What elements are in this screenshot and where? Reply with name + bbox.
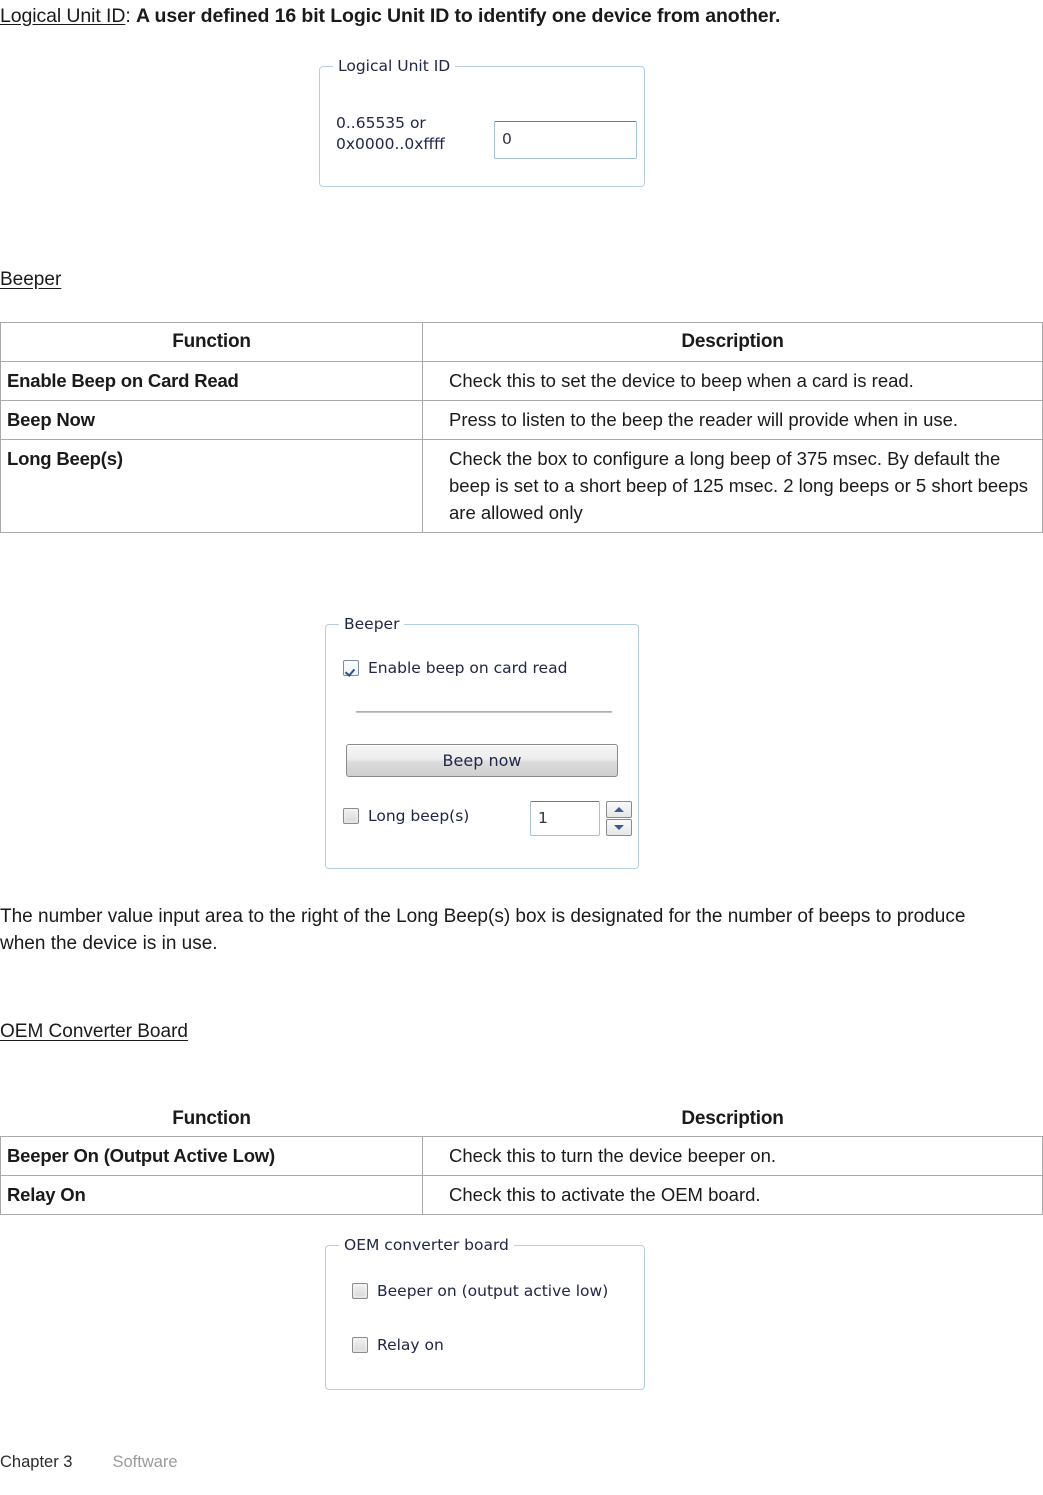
document-page: Logical Unit ID: A user defined 16 bit L… xyxy=(0,0,1043,1495)
table-header-row: Function Description xyxy=(0,322,1043,362)
logical-unit-id-input[interactable]: 0 xyxy=(494,121,637,159)
range-line-1: 0..65535 or xyxy=(336,114,426,132)
column-header-function: Function xyxy=(0,322,423,362)
stepper-up-button[interactable] xyxy=(606,801,632,818)
beep-count-input[interactable]: 1 xyxy=(530,801,600,836)
enable-beep-on-card-read-checkbox-row[interactable]: Enable beep on card read xyxy=(343,659,567,677)
cell-function: Enable Beep on Card Read xyxy=(0,361,423,401)
logical-unit-id-range-label: 0..65535 or 0x0000..0xffff xyxy=(336,113,445,155)
page-footer: Chapter 3 Software xyxy=(0,1453,178,1472)
range-line-2: 0x0000..0xffff xyxy=(336,135,445,153)
intro-definition-line: Logical Unit ID: A user defined 16 bit L… xyxy=(0,3,780,29)
section-heading-beeper: Beeper xyxy=(0,269,62,290)
table-row: Enable Beep on Card Read Check this to s… xyxy=(0,361,1043,401)
paragraph-beep-number-note: The number value input area to the right… xyxy=(0,906,966,954)
cell-function: Beeper On (Output Active Low) xyxy=(0,1136,423,1176)
cell-description: Check this to activate the OEM board. xyxy=(422,1175,1043,1215)
oem-function-table: Function Description Beeper On (Output A… xyxy=(0,1100,1043,1215)
column-header-function: Function xyxy=(172,1108,251,1129)
cell-description: Check this to turn the device beeper on. xyxy=(422,1136,1043,1176)
section-heading-oem-converter-board: OEM Converter Board xyxy=(0,1021,188,1042)
table-header-row: Function Description xyxy=(1,1100,1043,1137)
beeper-groupbox-legend: Beeper xyxy=(339,614,405,634)
beeper-function-table: Function Description Enable Beep on Card… xyxy=(0,322,1043,533)
oem-converter-board-legend: OEM converter board xyxy=(339,1235,514,1255)
table-row: Relay On Check this to activate the OEM … xyxy=(0,1175,1043,1215)
column-header-description: Description xyxy=(422,322,1043,362)
triangle-down-icon xyxy=(614,825,624,830)
cell-description: Check the box to configure a long beep o… xyxy=(422,439,1043,533)
relay-on-label: Relay on xyxy=(377,1336,444,1354)
intro-term: Logical Unit ID xyxy=(0,5,126,27)
footer-chapter: Chapter 3 xyxy=(0,1453,73,1471)
beep-count-stepper[interactable] xyxy=(606,801,632,836)
cell-function: Relay On xyxy=(0,1175,423,1215)
empty-checkbox-icon[interactable] xyxy=(352,1337,368,1353)
beeper-on-checkbox-row[interactable]: Beeper on (output active low) xyxy=(352,1282,608,1300)
separator-divider xyxy=(356,711,612,713)
long-beeps-label: Long beep(s) xyxy=(368,807,470,825)
cell-function: Long Beep(s) xyxy=(0,439,423,533)
cell-description: Press to listen to the beep the reader w… xyxy=(422,400,1043,440)
logical-unit-id-groupbox: Logical Unit ID 0..65535 or 0x0000..0xff… xyxy=(319,56,645,187)
oem-converter-board-groupbox: OEM converter board Beeper on (output ac… xyxy=(325,1235,645,1390)
cell-description: Check this to set the device to beep whe… xyxy=(422,361,1043,401)
triangle-up-icon xyxy=(614,807,624,812)
empty-checkbox-icon[interactable] xyxy=(352,1283,368,1299)
beeper-groupbox: Beeper Enable beep on card read Beep now… xyxy=(325,614,639,869)
column-header-description: Description xyxy=(681,1108,784,1129)
table-row: Beep Now Press to listen to the beep the… xyxy=(0,400,1043,440)
footer-section: Software xyxy=(112,1453,178,1471)
stepper-down-button[interactable] xyxy=(606,819,632,836)
enable-beep-on-card-read-label: Enable beep on card read xyxy=(368,659,568,677)
beep-now-button[interactable]: Beep now xyxy=(346,744,618,777)
empty-checkbox-icon[interactable] xyxy=(343,808,359,824)
table-row: Beeper On (Output Active Low) Check this… xyxy=(0,1136,1043,1176)
cell-function: Beep Now xyxy=(0,400,423,440)
intro-separator: : xyxy=(125,5,136,27)
beeper-on-label: Beeper on (output active low) xyxy=(377,1282,609,1300)
checkmark-icon[interactable] xyxy=(343,660,359,676)
intro-description: A user defined 16 bit Logic Unit ID to i… xyxy=(135,5,781,27)
logical-unit-id-legend: Logical Unit ID xyxy=(333,56,456,76)
relay-on-checkbox-row[interactable]: Relay on xyxy=(352,1336,444,1354)
table-row: Long Beep(s) Check the box to configure … xyxy=(0,439,1043,533)
long-beeps-checkbox-row[interactable]: Long beep(s) xyxy=(343,807,469,825)
